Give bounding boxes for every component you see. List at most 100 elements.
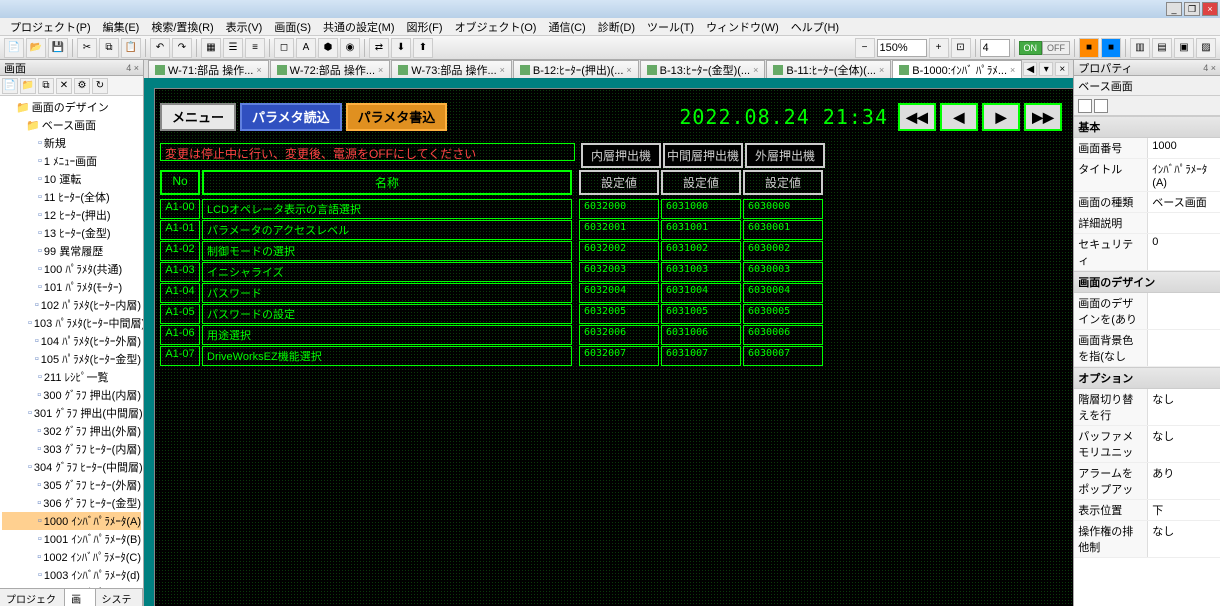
hmi-data-row[interactable]: A1-07 DriveWorksEZ機能選択 6032007 6031007 6… bbox=[160, 346, 1068, 366]
tb-copy-icon[interactable]: ⧉ bbox=[99, 38, 119, 58]
cell-val-mid[interactable]: 6031004 bbox=[661, 283, 741, 303]
window-maximize[interactable]: ❐ bbox=[1184, 2, 1200, 16]
cell-val-inner[interactable]: 6032003 bbox=[579, 262, 659, 282]
cell-val-outer[interactable]: 6030001 bbox=[743, 220, 823, 240]
prop-section-header[interactable]: 画面のデザイン bbox=[1074, 271, 1220, 293]
tab-scroll-left-icon[interactable]: ◀ bbox=[1023, 62, 1037, 76]
tree-node[interactable]: ▫300 ｸﾞﾗﾌ 押出(内層) bbox=[2, 386, 141, 404]
tab-close-icon[interactable]: × bbox=[1055, 62, 1069, 76]
cell-val-outer[interactable]: 6030007 bbox=[743, 346, 823, 366]
hmi-data-row[interactable]: A1-01 パラメータのアクセスレベル 6032001 6031001 6030… bbox=[160, 220, 1068, 240]
prop-value[interactable]: あり bbox=[1148, 463, 1220, 499]
tb-paste-icon[interactable]: 📋 bbox=[121, 38, 141, 58]
document-tab[interactable]: B-11:ﾋｰﾀｰ(全体)(...× bbox=[766, 60, 891, 78]
tb-panel2-icon[interactable]: ▤ bbox=[1152, 38, 1172, 58]
menu-item[interactable]: 図形(F) bbox=[401, 17, 449, 37]
property-grid[interactable]: 基本画面番号1000タイトルｲﾝﾊﾞﾊﾟﾗﾒｰﾀ(A)画面の種類ベース画面詳細説… bbox=[1074, 116, 1220, 606]
tb-text-icon[interactable]: A bbox=[296, 38, 316, 58]
tree-node[interactable]: ▫304 ｸﾞﾗﾌ ﾋｰﾀｰ(中間層) bbox=[2, 458, 141, 476]
tb-grid-icon[interactable]: ▦ bbox=[201, 38, 221, 58]
tree-node[interactable]: ▫1001 ｲﾝﾊﾞﾊﾟﾗﾒｰﾀ(B) bbox=[2, 530, 141, 548]
menu-item[interactable]: ツール(T) bbox=[641, 17, 700, 37]
hmi-screen-canvas[interactable]: メニュー パラメタ読込 パラメタ書込 2022.08.24 21:34 ◀◀◀▶… bbox=[154, 88, 1073, 606]
prop-row[interactable]: 画面の種類ベース画面 bbox=[1074, 192, 1220, 213]
tree-node[interactable]: ▫105 ﾊﾟﾗﾒﾀ(ﾋｰﾀｰ金型) bbox=[2, 350, 141, 368]
cell-val-outer[interactable]: 6030003 bbox=[743, 262, 823, 282]
document-tab[interactable]: B-1000:ｲﾝﾊﾞ ﾊﾟﾗﾒ...× bbox=[892, 60, 1022, 78]
hmi-param-write-button[interactable]: パラメタ書込 bbox=[346, 103, 448, 131]
panel-close-icon[interactable]: 4 × bbox=[126, 63, 139, 73]
tree-node[interactable]: ▫211 ﾚｼﾋﾟ一覧 bbox=[2, 368, 141, 386]
prop-row[interactable]: タイトルｲﾝﾊﾞﾊﾟﾗﾒｰﾀ(A) bbox=[1074, 159, 1220, 192]
cell-val-inner[interactable]: 6032004 bbox=[579, 283, 659, 303]
prop-row[interactable]: セキュリティ0 bbox=[1074, 234, 1220, 271]
bottom-tab[interactable]: システム bbox=[96, 589, 144, 606]
prop-row[interactable]: 階層切り替えを行なし bbox=[1074, 389, 1220, 426]
screen-tree[interactable]: 📁画面のデザイン📁ベース画面▫新規▫1 ﾒﾆｭｰ画面▫10 運転▫11 ﾋｰﾀｰ… bbox=[0, 96, 143, 588]
tree-node[interactable]: ▫12 ﾋｰﾀｰ(押出) bbox=[2, 206, 141, 224]
prop-value[interactable]: 1000 bbox=[1148, 138, 1220, 158]
tree-node[interactable]: ▫1000 ｲﾝﾊﾞﾊﾟﾗﾒｰﾀ(A) bbox=[2, 512, 141, 530]
cell-val-outer[interactable]: 6030004 bbox=[743, 283, 823, 303]
menu-item[interactable]: 共通の設定(M) bbox=[317, 17, 401, 37]
tree-newfolder-icon[interactable]: 📁 bbox=[20, 78, 36, 94]
cell-val-outer[interactable]: 6030005 bbox=[743, 304, 823, 324]
cell-val-inner[interactable]: 6032000 bbox=[579, 199, 659, 219]
menu-item[interactable]: 通信(C) bbox=[542, 17, 591, 37]
cell-val-inner[interactable]: 6032002 bbox=[579, 241, 659, 261]
tb-download-icon[interactable]: ⬇ bbox=[391, 38, 411, 58]
tb-open-icon[interactable]: 📂 bbox=[26, 38, 46, 58]
document-tab[interactable]: W-71:部品 操作...× bbox=[148, 60, 269, 78]
prop-row[interactable]: 画面のデザインを(あり bbox=[1074, 293, 1220, 330]
tab-dropdown-icon[interactable]: ▾ bbox=[1039, 62, 1053, 76]
hmi-data-row[interactable]: A1-06 用途選択 6032006 6031006 6030006 bbox=[160, 325, 1068, 345]
prop-row[interactable]: 画面背景色を指(なし bbox=[1074, 330, 1220, 367]
cell-val-outer[interactable]: 6030006 bbox=[743, 325, 823, 345]
prop-section-header[interactable]: オプション bbox=[1074, 367, 1220, 389]
tree-delete-icon[interactable]: ✕ bbox=[56, 78, 72, 94]
tree-node[interactable]: ▫102 ﾊﾟﾗﾒﾀ(ﾋｰﾀｰ内層) bbox=[2, 296, 141, 314]
cell-val-outer[interactable]: 6030002 bbox=[743, 241, 823, 261]
cell-val-mid[interactable]: 6031001 bbox=[661, 220, 741, 240]
cell-val-outer[interactable]: 6030000 bbox=[743, 199, 823, 219]
prop-panel-close-icon[interactable]: 4 × bbox=[1203, 63, 1216, 73]
hmi-nav-button[interactable]: ◀◀ bbox=[898, 103, 936, 131]
menu-item[interactable]: 編集(E) bbox=[97, 17, 146, 37]
tb-panel4-icon[interactable]: ▨ bbox=[1196, 38, 1216, 58]
prop-value[interactable] bbox=[1148, 293, 1220, 329]
tree-node[interactable]: ▫101 ﾊﾟﾗﾒﾀ(ﾓｰﾀｰ) bbox=[2, 278, 141, 296]
tree-copy-icon[interactable]: ⧉ bbox=[38, 78, 54, 94]
tb-upload-icon[interactable]: ⬆ bbox=[413, 38, 433, 58]
tb-layers-icon[interactable]: ☰ bbox=[223, 38, 243, 58]
tb-lamp-icon[interactable]: ◉ bbox=[340, 38, 360, 58]
tb-switch-icon[interactable]: ⬢ bbox=[318, 38, 338, 58]
prop-view-icon[interactable] bbox=[1078, 99, 1092, 113]
tb-shape-icon[interactable]: ◻ bbox=[274, 38, 294, 58]
cell-val-inner[interactable]: 6032005 bbox=[579, 304, 659, 324]
cell-val-inner[interactable]: 6032001 bbox=[579, 220, 659, 240]
tab-close-x-icon[interactable]: × bbox=[378, 65, 383, 75]
tree-node[interactable]: ▫1003 ｲﾝﾊﾞﾊﾟﾗﾒｰﾀ(d) bbox=[2, 566, 141, 584]
tree-node[interactable]: ▫1002 ｲﾝﾊﾞﾊﾟﾗﾒｰﾀ(C) bbox=[2, 548, 141, 566]
cell-val-inner[interactable]: 6032007 bbox=[579, 346, 659, 366]
hmi-nav-button[interactable]: ◀ bbox=[940, 103, 978, 131]
prop-row[interactable]: パッファメモリユニッなし bbox=[1074, 426, 1220, 463]
window-minimize[interactable]: _ bbox=[1166, 2, 1182, 16]
prop-value[interactable] bbox=[1148, 330, 1220, 366]
prop-sort-icon[interactable] bbox=[1094, 99, 1108, 113]
tb-fit-icon[interactable]: ⊡ bbox=[951, 38, 971, 58]
tab-close-x-icon[interactable]: × bbox=[500, 65, 505, 75]
cell-val-mid[interactable]: 6031002 bbox=[661, 241, 741, 261]
menu-item[interactable]: ヘルプ(H) bbox=[785, 17, 845, 37]
cell-val-mid[interactable]: 6031000 bbox=[661, 199, 741, 219]
prop-value[interactable]: ベース画面 bbox=[1148, 192, 1220, 212]
hmi-data-row[interactable]: A1-00 LCDオペレータ表示の言語選択 6032000 6031000 60… bbox=[160, 199, 1068, 219]
tab-close-x-icon[interactable]: × bbox=[626, 65, 631, 75]
document-tab[interactable]: W-73:部品 操作...× bbox=[391, 60, 512, 78]
prop-value[interactable]: なし bbox=[1148, 426, 1220, 462]
tree-node[interactable]: 📁画面のデザイン bbox=[2, 98, 141, 116]
tab-close-x-icon[interactable]: × bbox=[256, 65, 261, 75]
tree-node[interactable]: ▫306 ｸﾞﾗﾌ ﾋｰﾀｰ(金型) bbox=[2, 494, 141, 512]
tb-zoom-in-icon[interactable]: + bbox=[929, 38, 949, 58]
tree-node[interactable]: ▫302 ｸﾞﾗﾌ 押出(外層) bbox=[2, 422, 141, 440]
